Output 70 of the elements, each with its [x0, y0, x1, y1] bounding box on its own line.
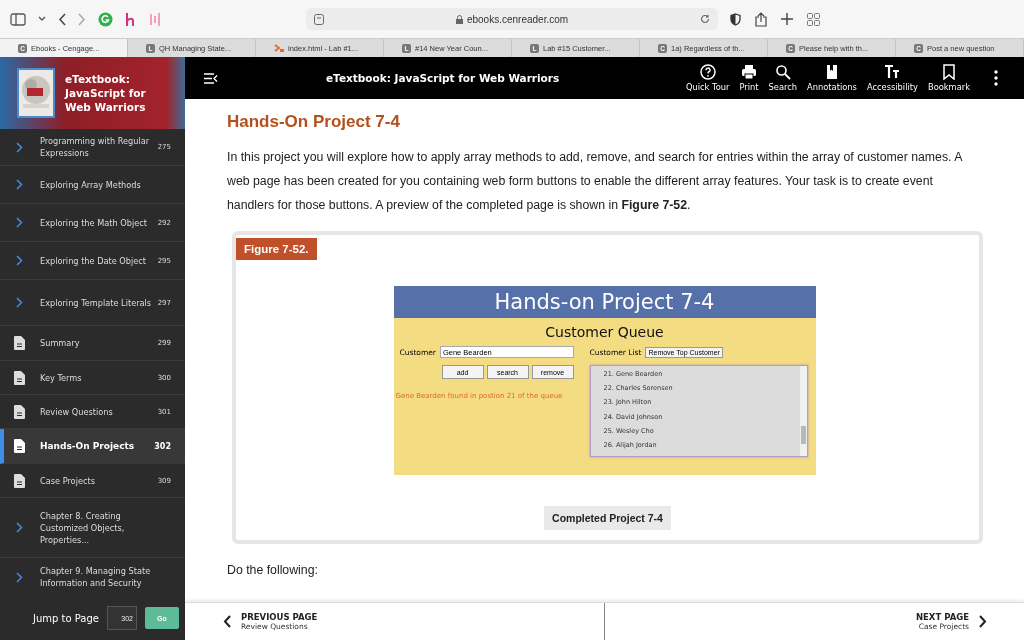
chevron-right-icon: [14, 179, 25, 190]
document-icon: [14, 336, 25, 350]
toc-item[interactable]: Chapter 9. Managing State Information and Security: [0, 558, 185, 596]
chevron-right-icon: [14, 297, 25, 308]
chevron-down-icon[interactable]: [38, 16, 46, 22]
text-size-icon: [884, 64, 901, 80]
toc-label: Key Terms: [40, 371, 83, 384]
chevron-right-icon: [14, 571, 25, 583]
toc-label: Programming with Regular Expressions: [40, 135, 151, 159]
collapse-menu-icon[interactable]: [204, 72, 218, 84]
toc-label: Exploring Array Methods: [40, 178, 142, 191]
code-icon: [274, 43, 284, 53]
toc-label: Case Projects: [40, 474, 96, 487]
sidebar-icon[interactable]: [10, 12, 26, 26]
help-button[interactable]: Quick Tour: [681, 64, 734, 92]
document-icon: [14, 439, 25, 453]
help-icon: [699, 64, 716, 80]
instruction-text: Do the following:: [227, 563, 319, 577]
toc-item[interactable]: Exploring Array Methods: [0, 166, 185, 204]
extension-icon[interactable]: [98, 11, 113, 27]
toc-label: Hands-On Projects: [40, 440, 136, 452]
toc-item[interactable]: Hands-On Projects 302: [0, 429, 185, 464]
toc-label: Chapter 9. Managing State Information and Security: [40, 565, 152, 589]
scrollbar[interactable]: [799, 366, 807, 456]
toc-label: Review Questions: [40, 405, 114, 418]
search-icon: [774, 64, 791, 80]
chevron-left-icon: [223, 615, 231, 628]
tab-grid-icon[interactable]: [807, 12, 820, 26]
book-title: eTextbook: JavaScript for Web Warriors: [65, 72, 147, 114]
queue-title: Customer Queue: [544, 324, 665, 340]
printer-icon: [741, 64, 757, 80]
page-number: 302: [154, 441, 171, 451]
toc-label: Exploring Template Literals: [40, 296, 152, 309]
app-heading: Hands-on Project 7-4: [494, 290, 715, 314]
toc-item[interactable]: Chapter 8. Creating Customized Objects, Properties...: [0, 498, 185, 558]
chevron-right-icon: [14, 217, 25, 228]
toc-label: Summary: [40, 337, 81, 349]
extension-icon[interactable]: [125, 11, 137, 27]
chevron-right-icon: [979, 615, 987, 628]
document-icon: [14, 404, 25, 419]
annotations-button[interactable]: Annotations: [803, 64, 861, 92]
print-button[interactable]: Print: [735, 64, 763, 92]
reload-icon[interactable]: [700, 14, 710, 24]
accessibility-button[interactable]: Accessibility: [862, 64, 922, 92]
back-icon[interactable]: [58, 12, 66, 26]
toc-label: Chapter 8. Creating Customized Objects, Properties...: [40, 509, 126, 546]
page-icon: [314, 13, 324, 25]
jump-label: Jump to Page: [33, 612, 99, 624]
body-paragraph: In this project you will explore how to apply array methods to add, remove, and search for entries within the array of customer names. A web page has been created for you containing web form buttons to enable the different array features. Your task is to create event handlers for those buttons. A preview of the completed page is shown in Figure 7-52.: [227, 149, 964, 214]
chevron-right-icon: [14, 522, 25, 533]
section-heading: Hands-On Project 7-4: [227, 112, 401, 132]
chevron-right-icon: [14, 141, 25, 153]
shield-icon[interactable]: [730, 12, 741, 26]
lock-icon: [455, 14, 463, 24]
figure-label: Figure 7-52.: [236, 238, 317, 260]
search-button[interactable]: Search: [764, 64, 802, 92]
toc-label: Exploring the Date Object: [40, 254, 147, 267]
figure-caption: Completed Project 7-4: [544, 506, 671, 530]
share-icon[interactable]: [755, 11, 767, 27]
bookmark-button[interactable]: Bookmark: [923, 64, 974, 92]
toc-label: Exploring the Math Object: [40, 216, 148, 229]
document-icon: [14, 473, 25, 488]
plus-icon[interactable]: [781, 13, 793, 25]
bookmark-icon: [940, 64, 957, 80]
more-icon[interactable]: [994, 70, 998, 86]
address-bar[interactable]: ebooks.cenreader.com: [306, 8, 718, 30]
url-text: ebooks.cenreader.com: [466, 13, 569, 25]
app-title: eTextbook: JavaScript for Web Warriors: [326, 72, 560, 84]
document-icon: [14, 370, 25, 385]
chevron-right-icon: [14, 255, 25, 266]
